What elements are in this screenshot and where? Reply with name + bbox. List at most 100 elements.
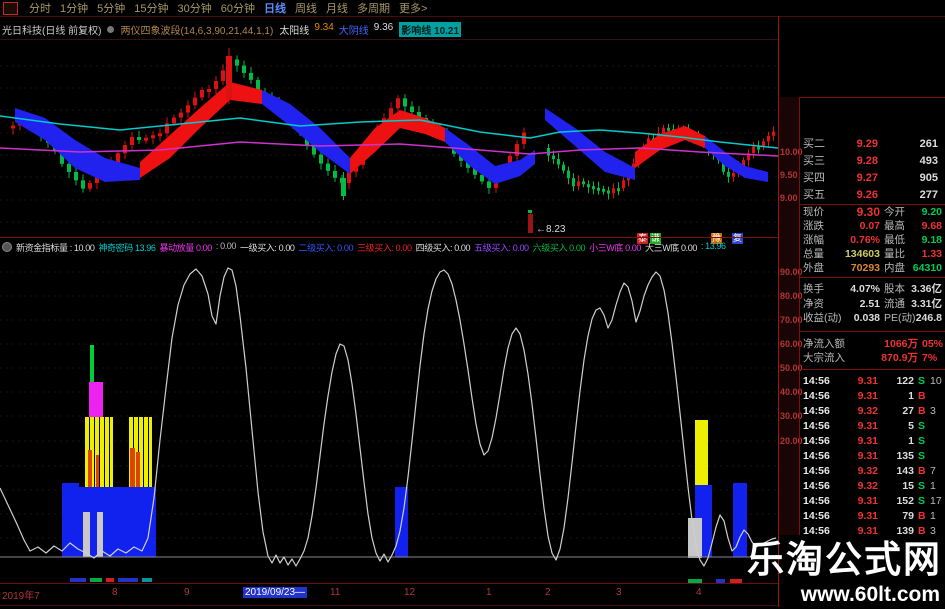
transaction-row-1[interactable]: 14:56 9.31 1 B	[800, 389, 945, 404]
caps-value-1: 4.07%	[850, 283, 880, 295]
flow-label: 大宗流入	[803, 352, 845, 364]
tx-volume: 152	[896, 495, 914, 507]
caps-row-2[interactable]: 收益(动) 0.038 PE(动) 246.8	[800, 311, 945, 325]
menu-item-9[interactable]: 多周期	[357, 0, 390, 16]
osc-header-item-8: 五级买入: 0.00	[474, 242, 529, 253]
tx-price: 9.32	[857, 465, 878, 477]
buy-volume: 905	[919, 172, 938, 184]
axis-label-8: 3	[616, 587, 622, 598]
buy-price: 9.27	[856, 172, 878, 184]
period-menu-items: 分时 1分钟 5分钟 15分钟 30分钟 60分钟 日线 周线 月线 多周期 更多>	[29, 0, 427, 16]
caps-value-1: 0.038	[853, 312, 880, 324]
app-icon[interactable]	[3, 1, 18, 15]
stock-title: 光日科技(日线 前复权)	[2, 25, 102, 37]
formula-value-1: 9.34	[314, 21, 334, 33]
tx-time: 14:56	[803, 390, 830, 402]
flow-row-1[interactable]: 大宗流入 870.9万 7%	[800, 351, 945, 365]
price-scale-0: 10.00	[780, 147, 803, 157]
osc-header-item-0: 新资金指标量 : 10.00	[16, 242, 95, 253]
axis-label-7: 2	[545, 587, 551, 598]
buy-volume: 261	[919, 138, 938, 150]
buy-row-1[interactable]: 买三 9.28 493	[800, 153, 945, 170]
quote-label-1: 现价	[803, 206, 824, 218]
osc-scale-4: 50.00	[780, 363, 803, 373]
tx-volume: 15	[902, 480, 914, 492]
menubar-divider	[0, 16, 945, 17]
transaction-row-2[interactable]: 14:56 9.32 27 B 3	[800, 404, 945, 419]
formula-value-2: 大阴线	[338, 25, 369, 37]
menu-item-4[interactable]: 30分钟	[178, 0, 212, 16]
price-scale-1: 9.50	[780, 170, 798, 180]
transaction-row-6[interactable]: 14:56 9.32 143 B 7	[800, 464, 945, 479]
transaction-row-9[interactable]: 14:56 9.31 79 B 1	[800, 509, 945, 524]
quote-value-1: 9.30	[856, 205, 880, 219]
osc-header-item-1: 神奇密码 13.96	[98, 242, 156, 253]
transaction-row-7[interactable]: 14:56 9.32 15 S 1	[800, 479, 945, 494]
collapse-icon[interactable]	[2, 242, 12, 252]
divider-3	[800, 331, 945, 332]
tx-price: 9.32	[857, 480, 878, 492]
menu-item-5[interactable]: 60分钟	[221, 0, 255, 16]
tx-side: B	[918, 510, 926, 522]
menu-item-7[interactable]: 周线	[295, 0, 317, 16]
tx-side: S	[918, 495, 926, 507]
flow-value: 870.9万	[881, 352, 918, 364]
formula-values: 太阳线 9.34 大阴线 9.36	[279, 22, 393, 37]
flow-pct: 7%	[922, 352, 938, 364]
axis-label-selected[interactable]: 2019/09/23—	[243, 587, 308, 598]
quote-row-3[interactable]: 总量 134603 量比 1.33	[800, 247, 945, 261]
watermark-url: www.60lt.com	[800, 583, 940, 606]
period-menubar: 分时 1分钟 5分钟 15分钟 30分钟 60分钟 日线 周线 月线 多周期 更多>	[0, 0, 781, 16]
buy-label: 买二	[803, 138, 825, 150]
caps-row-0[interactable]: 换手 4.07% 股本 3.36亿	[800, 282, 945, 296]
flow-row-0[interactable]: 净流入额 1066万 05%	[800, 337, 945, 351]
oscillator-header: 新资金指标量 : 10.00 神奇密码 13.96 暴动放量 0.00: 0.00 一…	[2, 240, 776, 254]
formula-value-3: 9.36	[373, 21, 394, 33]
menu-item-8[interactable]: 月线	[326, 0, 348, 16]
transaction-row-3[interactable]: 14:56 9.31 5 S	[800, 419, 945, 434]
caps-value-1: 2.51	[859, 297, 880, 310]
tx-time: 14:56	[803, 420, 830, 432]
quote-value-1: 134603	[844, 248, 880, 260]
osc-scale-1: 80.00	[780, 291, 803, 301]
caps-row-1[interactable]: 净资 2.51 流通 3.31亿	[800, 297, 945, 311]
transaction-row-0[interactable]: 14:56 9.31 122 S 10	[800, 374, 945, 389]
menu-item-3[interactable]: 15分钟	[134, 0, 168, 16]
tx-volume: 79	[902, 510, 914, 522]
caps-label-1: 净资	[803, 297, 824, 310]
buy-row-3[interactable]: 买五 9.26 277	[800, 187, 945, 204]
transaction-row-5[interactable]: 14:56 9.31 135 S	[800, 449, 945, 464]
menu-item-6[interactable]: 日线	[264, 0, 286, 16]
quote-row-0[interactable]: 现价 9.30 今开 9.20	[800, 205, 945, 219]
tx-price: 9.31	[857, 495, 878, 507]
quote-label-1: 外盘	[803, 262, 824, 274]
quote-panel: 买二 9.29 261 买三 9.28 493 买四 9.27 905 买五 9.26 277 现价 9.…	[800, 97, 945, 537]
formula-name: 两仪四象波段(14,6,3,90,21,44,1,1)	[120, 25, 274, 37]
trading-app-window: 分时 1分钟 5分钟 15分钟 30分钟 60分钟 日线 周线 月线 多周期 更多> 光日科技(日线…	[0, 0, 945, 609]
tx-time: 14:56	[803, 450, 830, 462]
buy-row-0[interactable]: 买二 9.29 261	[800, 136, 945, 153]
transaction-row-4[interactable]: 14:56 9.31 1 S	[800, 434, 945, 449]
menu-item-1[interactable]: 1分钟	[60, 0, 88, 16]
quote-row-4[interactable]: 外盘 70293 内盘 64310	[800, 261, 945, 275]
osc-header-item-11: 大三W底 0.00	[645, 242, 697, 253]
buy-row-2[interactable]: 买四 9.27 905	[800, 170, 945, 187]
buy-price: 9.29	[856, 138, 878, 150]
formula-value-0: 太阳线	[279, 25, 310, 37]
transaction-row-8[interactable]: 14:56 9.31 152 S 17	[800, 494, 945, 509]
quote-row-2[interactable]: 涨幅 0.76% 最低 9.18	[800, 233, 945, 247]
caps-label-1: 换手	[803, 283, 824, 295]
quote-row-1[interactable]: 涨跌 0.07 最高 9.68	[800, 219, 945, 233]
tx-price: 9.31	[857, 390, 878, 402]
tx-count: 1	[930, 480, 936, 492]
tx-volume: 122	[896, 375, 914, 387]
menu-item-2[interactable]: 5分钟	[97, 0, 125, 16]
indicator-dot-icon[interactable]	[107, 25, 115, 33]
tx-price: 9.31	[857, 420, 878, 432]
axis-label-4: 11	[330, 587, 341, 598]
menu-item-0[interactable]: 分时	[29, 0, 51, 16]
time-axis: 2019年7 8 9 2019/09/23— 11 12 1 2 3 4	[0, 584, 778, 606]
tx-volume: 135	[896, 450, 914, 462]
menu-item-10[interactable]: 更多>	[399, 0, 427, 16]
osc-header-item-9: 六级买入 0.00	[532, 242, 586, 253]
